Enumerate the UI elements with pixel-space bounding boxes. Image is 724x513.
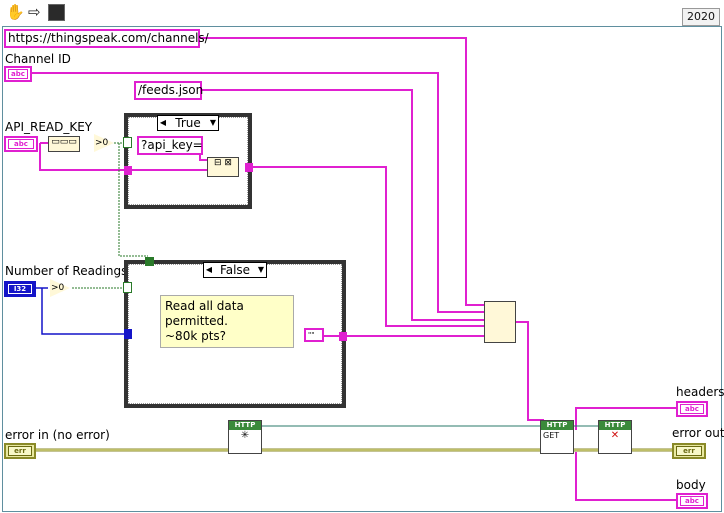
concat-strings-node-inner[interactable]: ⊟ ⊠ [207,157,239,177]
error-out-label: error out [672,426,724,440]
left-arrow-icon[interactable]: ◀ [158,116,168,130]
channel-id-control[interactable]: abc [4,66,32,82]
error-out-indicator: err [672,443,706,459]
case-comment: Read all data permitted. ~80k pts? [160,295,294,348]
compare-label: >0 [95,138,109,148]
case-output-tunnel [245,163,253,172]
api-key-constant[interactable]: ?api_key= [137,136,203,155]
feeds-constant[interactable]: /feeds.json [134,81,203,100]
num-readings-label: Number of Readings [5,264,128,278]
http-get-vi[interactable]: HTTP GET [540,420,574,454]
http-open-handle-vi[interactable]: HTTP ✳ [228,420,262,454]
error-in-label: error in (no error) [5,428,110,442]
case-selector-terminal-2[interactable] [123,282,132,293]
error-in-control[interactable]: err [4,443,36,459]
concatenate-strings-node[interactable] [484,301,516,343]
headers-indicator: abc [676,401,708,417]
empty-string-constant[interactable]: "" [304,328,324,342]
headers-label: headers [676,385,724,399]
api-read-key-control[interactable]: abc [4,136,38,152]
num-readings-control[interactable]: I32 [4,281,36,297]
open-handle-icon: ✳ [240,430,250,441]
body-label: body [676,478,706,492]
string-length-node[interactable]: ▭▭▭ [48,136,80,152]
http-close-handle-vi[interactable]: HTTP ✕ [598,420,632,454]
compare-label-2: >0 [51,283,65,293]
body-indicator: abc [676,493,708,509]
case-selector-terminal[interactable] [123,137,132,148]
case-selector-true[interactable]: ◀ True ▼ [157,115,219,131]
close-icon: ✕ [610,430,620,441]
down-arrow-icon[interactable]: ▼ [208,116,218,130]
url-constant[interactable]: https://thingspeak.com/channels/ [4,29,209,48]
left-arrow-icon[interactable]: ◀ [204,263,214,277]
case-selector-false[interactable]: ◀ False ▼ [203,262,267,278]
case-input-tunnel [124,166,132,175]
outer-bool-tunnel [145,257,154,266]
down-arrow-icon[interactable]: ▼ [256,263,266,277]
case-int-tunnel [124,329,132,339]
case2-output-tunnel [339,332,347,341]
api-read-key-label: API_READ_KEY [5,120,93,134]
channel-id-label: Channel ID [5,52,71,66]
